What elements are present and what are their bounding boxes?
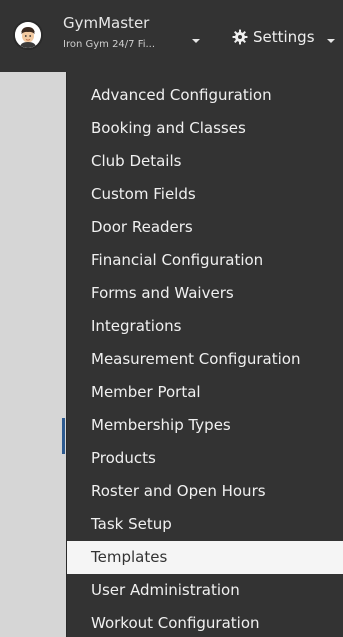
avatar[interactable] bbox=[13, 20, 43, 50]
avatar-icon bbox=[15, 22, 41, 48]
menu-item-booking-and-classes[interactable]: Booking and Classes bbox=[67, 112, 343, 145]
menu-item-custom-fields[interactable]: Custom Fields bbox=[67, 178, 343, 211]
selection-marker bbox=[62, 418, 65, 454]
page: GymMaster Iron Gym 24/7 Fi... Settings A… bbox=[0, 0, 343, 637]
gym-selector[interactable]: GymMaster Iron Gym 24/7 Fi... bbox=[63, 14, 193, 52]
menu-item-measurement-configuration[interactable]: Measurement Configuration bbox=[67, 343, 343, 376]
menu-item-integrations[interactable]: Integrations bbox=[67, 310, 343, 343]
menu-item-club-details[interactable]: Club Details bbox=[67, 145, 343, 178]
menu-item-products[interactable]: Products bbox=[67, 442, 343, 475]
menu-item-task-setup[interactable]: Task Setup bbox=[67, 508, 343, 541]
menu-item-member-portal[interactable]: Member Portal bbox=[67, 376, 343, 409]
chevron-down-icon[interactable] bbox=[192, 39, 200, 43]
menu-item-forms-and-waivers[interactable]: Forms and Waivers bbox=[67, 277, 343, 310]
menu-item-advanced-configuration[interactable]: Advanced Configuration bbox=[67, 79, 343, 112]
top-navbar: GymMaster Iron Gym 24/7 Fi... Settings bbox=[0, 0, 343, 72]
settings-dropdown-menu: Advanced Configuration Booking and Classe… bbox=[66, 72, 343, 637]
background-page bbox=[0, 0, 66, 637]
brand-subtitle: Iron Gym 24/7 Fi... bbox=[63, 39, 156, 50]
settings-menu-button[interactable]: Settings bbox=[232, 27, 315, 47]
menu-item-templates[interactable]: Templates bbox=[67, 541, 343, 574]
menu-item-door-readers[interactable]: Door Readers bbox=[67, 211, 343, 244]
menu-item-financial-configuration[interactable]: Financial Configuration bbox=[67, 244, 343, 277]
settings-label: Settings bbox=[253, 28, 315, 46]
chevron-down-icon[interactable] bbox=[327, 39, 335, 43]
menu-list: Advanced Configuration Booking and Classe… bbox=[67, 72, 343, 637]
menu-item-workout-configuration[interactable]: Workout Configuration bbox=[67, 607, 343, 637]
menu-item-user-administration[interactable]: User Administration bbox=[67, 574, 343, 607]
menu-item-roster-and-open-hours[interactable]: Roster and Open Hours bbox=[67, 475, 343, 508]
gear-icon bbox=[232, 29, 248, 45]
menu-item-membership-types[interactable]: Membership Types bbox=[67, 409, 343, 442]
brand-name: GymMaster bbox=[63, 14, 150, 32]
